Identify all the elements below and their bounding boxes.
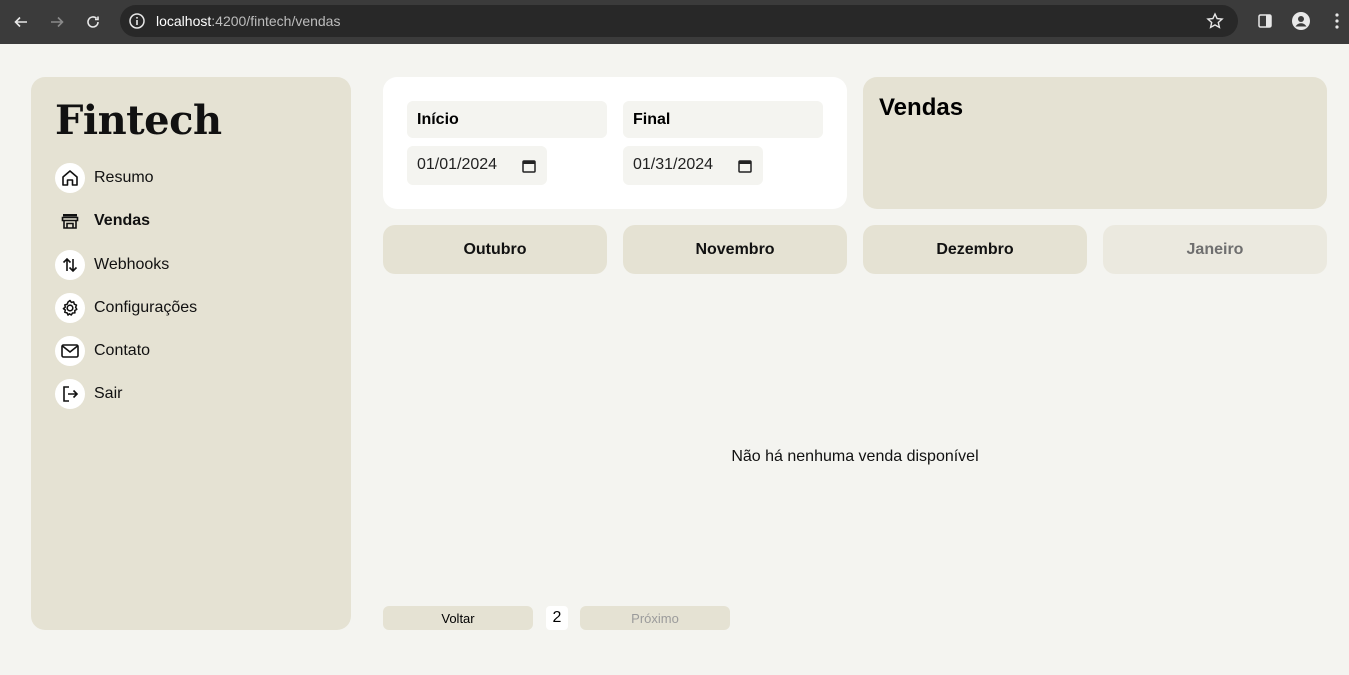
month-button-dezembro[interactable]: Dezembro [863,225,1087,274]
logout-icon [55,379,85,410]
back-icon[interactable] [8,9,34,35]
arrows-updown-icon [55,249,85,280]
reload-icon[interactable] [80,9,106,35]
start-date-field: Início 01/01/2024 [407,101,607,185]
sidebar-nav: Resumo Vendas Webhooks Configurações Con… [55,163,197,423]
sidebar-item-label: Resumo [94,169,154,186]
sidebar-item-resumo[interactable]: Resumo [55,163,197,193]
profile-icon[interactable] [1290,10,1312,32]
browser-toolbar: localhost:4200/fintech/vendas [0,0,1349,44]
vendas-card: Vendas [863,77,1327,209]
prev-page-button[interactable]: Voltar [383,606,533,630]
sidebar-item-sair[interactable]: Sair [55,379,197,410]
page-number: 2 [546,606,568,630]
end-date-label: Final [623,101,823,138]
page-title: Vendas [879,94,964,121]
sidebar: Fintech Resumo Vendas Webhooks Configura… [31,77,351,630]
gear-icon [55,292,85,323]
end-date-input[interactable]: 01/31/2024 [623,146,763,185]
calendar-icon[interactable] [737,158,753,174]
sidebar-item-label: Configurações [94,298,198,316]
date-filter-card: Início 01/01/2024 Final 01/31/2024 [383,77,847,209]
home-icon [55,163,85,193]
logo: Fintech [55,97,222,144]
url-text: localhost:4200/fintech/vendas [156,13,341,29]
next-page-button[interactable]: Próximo [580,606,730,630]
sidebar-item-contato[interactable]: Contato [55,336,197,367]
store-icon [55,206,85,236]
calendar-icon[interactable] [521,158,537,174]
forward-icon[interactable] [44,9,70,35]
site-info-icon[interactable] [128,12,146,30]
sidebar-item-configuracoes[interactable]: Configurações [55,292,198,323]
address-bar[interactable]: localhost:4200/fintech/vendas [120,5,1238,37]
end-date-field: Final 01/31/2024 [623,101,823,185]
sidebar-item-vendas[interactable]: Vendas [55,206,197,236]
month-button-novembro[interactable]: Novembro [623,225,847,274]
month-button-janeiro[interactable]: Janeiro [1103,225,1327,274]
sidebar-item-label: Vendas [94,212,151,230]
start-date-label: Início [407,101,607,138]
sidebar-item-webhooks[interactable]: Webhooks [55,249,197,280]
menu-kebab-icon[interactable] [1326,10,1348,32]
empty-state-message: Não há nenhuma venda disponível [731,448,979,465]
sidebar-item-label: Webhooks [94,255,170,273]
mail-icon [55,336,85,367]
start-date-input[interactable]: 01/01/2024 [407,146,547,185]
sidebar-item-label: Contato [94,342,151,360]
side-panel-icon[interactable] [1254,10,1276,32]
bookmark-star-icon[interactable] [1206,12,1224,30]
sidebar-item-label: Sair [94,385,123,403]
month-button-outubro[interactable]: Outubro [383,225,607,274]
